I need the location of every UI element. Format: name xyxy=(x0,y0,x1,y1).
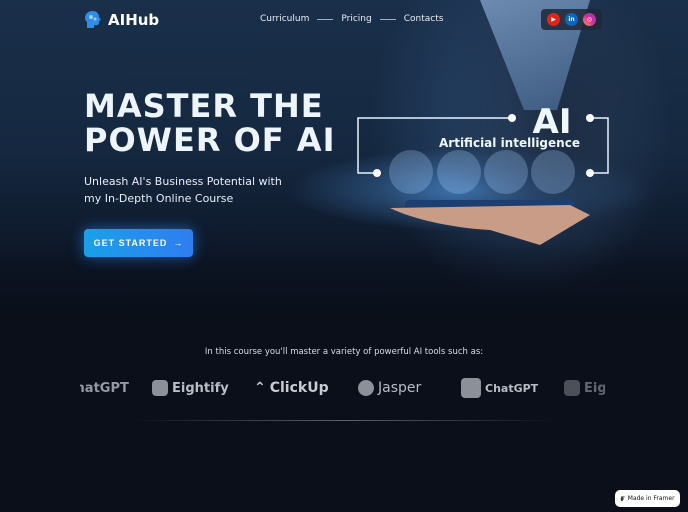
hero-subtitle: Unleash AI's Business Potential with my I… xyxy=(84,173,304,207)
tool-label: ChatGPT xyxy=(80,380,129,396)
tool-label: Eightify xyxy=(172,380,229,396)
tool-label: ChatGPT xyxy=(485,381,539,395)
social-links: ▶ in ◎ xyxy=(541,9,602,30)
ai-graphic: AI Artificial intelligence xyxy=(357,102,609,245)
tool-eightify: Eightify xyxy=(564,380,605,396)
instagram-icon[interactable]: ◎ xyxy=(583,13,596,26)
eightify-icon xyxy=(564,380,580,396)
brain-head-icon xyxy=(85,11,101,28)
youtube-icon[interactable]: ▶ xyxy=(547,13,560,26)
subtitle-line-1: Unleash AI's Business Potential with xyxy=(84,175,282,188)
logo[interactable]: AIHub xyxy=(84,10,159,30)
tool-chatgpt: ChatGPT xyxy=(80,381,129,396)
tool-chatgpt: ChatGPT xyxy=(461,378,538,398)
clickup-icon: ⌃ xyxy=(254,380,266,396)
linkedin-icon[interactable]: in xyxy=(565,13,578,26)
hero-title: MASTER THE POWER OF AI xyxy=(84,89,384,157)
made-in-framer-badge[interactable]: ғ Made in Framer xyxy=(615,490,680,507)
eightify-icon xyxy=(152,380,168,396)
tool-jasper: Jasper xyxy=(358,380,421,396)
arrow-right-icon: → xyxy=(173,238,184,248)
head-gears-icon xyxy=(389,150,433,194)
gears-icon xyxy=(484,150,528,194)
tool-label: ClickUp xyxy=(269,380,329,396)
get-started-button[interactable]: GET STARTED → xyxy=(84,229,193,257)
jasper-icon xyxy=(358,380,374,396)
tool-label: Jasper xyxy=(378,380,422,396)
brain-icon xyxy=(531,150,575,194)
chatgpt-icon xyxy=(461,378,481,398)
nav-divider xyxy=(317,18,334,20)
tool-label: Eightify xyxy=(584,380,605,396)
tool-clickup: ⌃ ClickUp xyxy=(254,380,329,396)
divider xyxy=(130,420,560,421)
main-nav: Curriculum Pricing Contacts xyxy=(260,14,443,24)
nav-divider xyxy=(379,18,396,20)
badge-label: Made in Framer xyxy=(627,495,675,502)
ai-caption: Artificial intelligence xyxy=(439,136,580,150)
tools-tagline: In this course you'll master a variety o… xyxy=(204,347,484,357)
title-line-2: POWER OF AI xyxy=(84,121,336,159)
cta-label: GET STARTED xyxy=(93,238,168,248)
tools-marquee: ChatGPT Eightify ⌃ClickUp Jasper ChatGPT… xyxy=(80,376,605,400)
logo-text: AIHub xyxy=(108,11,160,29)
chart-monitor-icon xyxy=(437,150,481,194)
title-line-1: MASTER THE xyxy=(84,87,324,125)
framer-icon: ғ xyxy=(620,494,625,503)
tool-eightify: Eightify xyxy=(152,380,229,396)
subtitle-line-2: my In-Depth Online Course xyxy=(84,192,234,205)
nav-curriculum[interactable]: Curriculum xyxy=(260,14,309,24)
nav-contacts[interactable]: Contacts xyxy=(404,14,444,24)
nav-pricing[interactable]: Pricing xyxy=(341,14,371,24)
